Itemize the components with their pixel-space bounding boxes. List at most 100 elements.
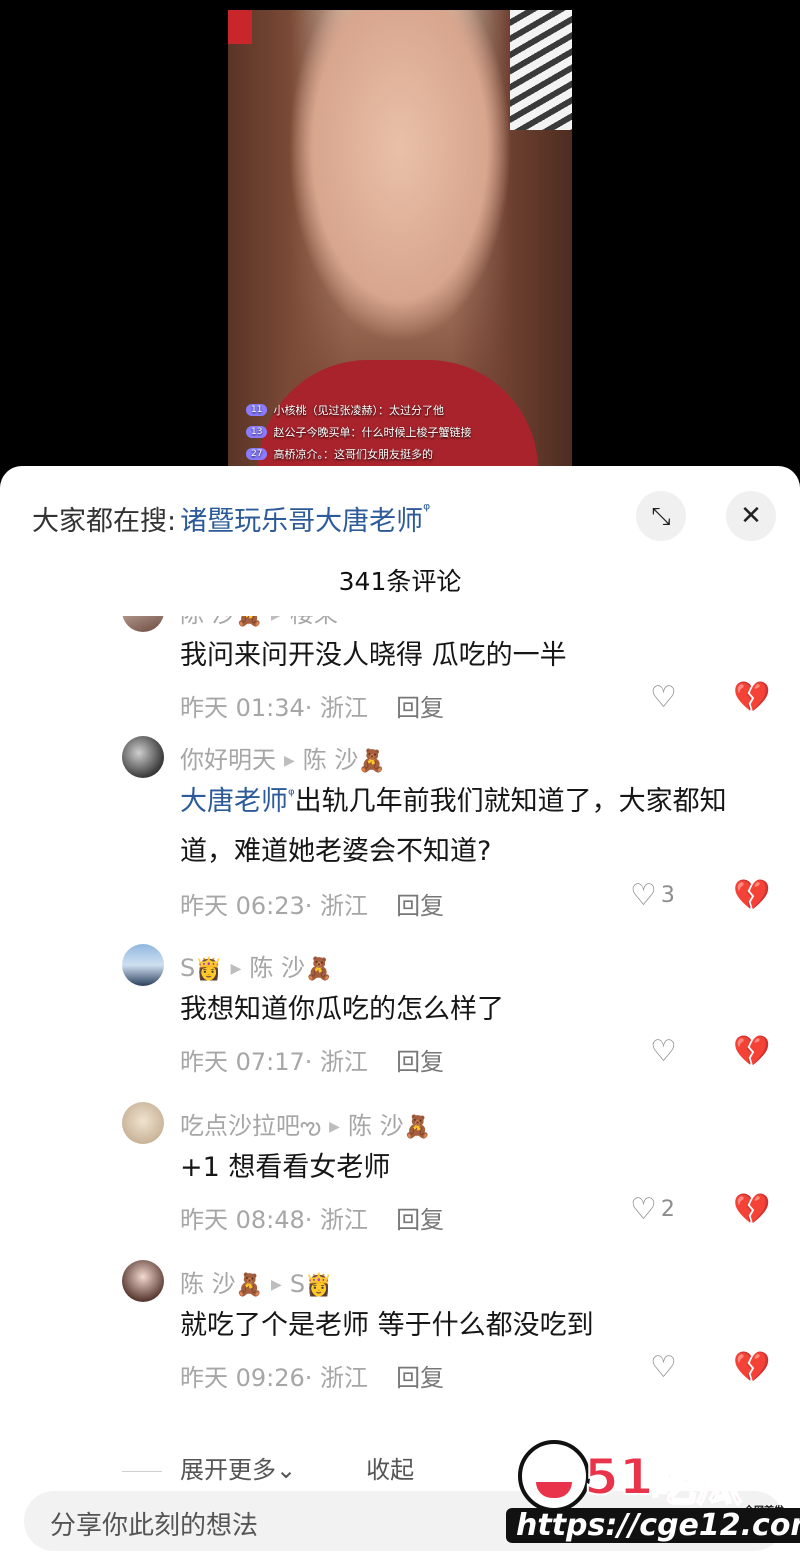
avatar[interactable]: [122, 616, 164, 632]
avatar[interactable]: [122, 1260, 164, 1302]
broken-heart-icon: 💔: [733, 878, 771, 913]
dislike-button[interactable]: 💔: [733, 680, 770, 715]
comment-meta: 吃点沙拉吧ఌ ▶ 陈 沙🧸: [180, 1106, 431, 1146]
danmaku-text: 小核桃（见过张凌赫）：太过分了他: [273, 404, 444, 417]
like-button[interactable]: ♡: [650, 1034, 677, 1069]
expand-icon: ⤡: [651, 502, 671, 530]
heart-icon: ♡: [630, 1192, 657, 1227]
comment-footer: 昨天 07:17· 浙江 回复: [180, 1042, 444, 1077]
comment-list[interactable]: 陈 沙🧸▶楼荣 我问来问开没人晓得 瓜吃的一半 昨天 01:34· 浙江回复 ♡…: [0, 616, 800, 1476]
comment-meta: 陈 沙🧸 ▶ 楼荣: [180, 616, 338, 629]
comment-search-link[interactable]: 大唐老师: [180, 786, 288, 817]
like-button[interactable]: ♡ 2: [630, 1192, 675, 1227]
search-icon: ᵠ: [423, 500, 431, 520]
bear-emoji-icon: 🧸: [235, 1273, 264, 1298]
close-icon: ✕: [740, 501, 762, 531]
reply-to-name[interactable]: 陈 沙: [249, 954, 305, 982]
bear-emoji-icon: 🧸: [358, 749, 386, 774]
princess-emoji-icon: 👸: [195, 957, 223, 982]
comment-text: +1 想看看女老师: [180, 1152, 391, 1183]
comment-footer: 昨天 08:48· 浙江 回复: [180, 1200, 444, 1235]
reply-button[interactable]: 回复: [396, 892, 444, 920]
comment-footer: 昨天 09:26· 浙江 回复: [180, 1358, 444, 1393]
bear-emoji-icon: 🧸: [236, 616, 263, 628]
search-icon: ᵠ: [288, 785, 295, 804]
like-button[interactable]: ♡ 3: [630, 878, 675, 913]
avatar[interactable]: [122, 736, 164, 778]
danmaku-line: 13 赵公子今晚买单：什么时候上梭子蟹链接: [246, 424, 546, 440]
expand-button[interactable]: ⤡: [636, 491, 686, 541]
like-count: 3: [660, 883, 675, 908]
bear-emoji-icon: 🧸: [403, 1115, 431, 1140]
like-button[interactable]: ♡: [650, 680, 677, 715]
danmaku-line: 27 高桥凉介。：这哥们女朋友挺多的: [246, 446, 546, 462]
reply-arrow-icon: ▶: [230, 961, 242, 977]
danmaku-level-badge: 27: [246, 448, 268, 460]
reply-button[interactable]: 回复: [396, 1206, 444, 1234]
princess-emoji-icon: 👸: [305, 1273, 333, 1298]
comment-author[interactable]: 陈 沙: [180, 1270, 236, 1298]
close-button[interactable]: ✕: [726, 491, 776, 541]
reply-button[interactable]: 回复: [396, 1048, 444, 1076]
heart-icon: ♡: [650, 1034, 677, 1069]
reply-button[interactable]: 回复: [396, 1364, 444, 1392]
collapse-link[interactable]: 收起: [366, 1456, 414, 1484]
comment-text: 我想知道你瓜吃的怎么样了: [180, 994, 504, 1025]
video-background-object: [228, 10, 252, 44]
avatar[interactable]: [122, 1102, 164, 1144]
comment-text: 就吃了个是老师 等于什么都没吃到: [180, 1310, 594, 1341]
reply-to-name[interactable]: 陈 沙: [303, 746, 359, 774]
reply-to-name[interactable]: 楼荣: [290, 616, 338, 628]
heart-icon: ♡: [630, 878, 657, 913]
reply-button[interactable]: 回复: [396, 694, 444, 722]
broken-heart-icon: 💔: [733, 680, 771, 715]
comment-time-location: 昨天 06:23· 浙江: [180, 892, 369, 920]
avatar[interactable]: [122, 944, 164, 986]
dislike-button[interactable]: 💔: [733, 878, 770, 913]
like-button[interactable]: ♡: [650, 1350, 677, 1385]
comment-meta: 你好明天 ▶ 陈 沙🧸: [180, 740, 386, 775]
broken-heart-icon: 💔: [733, 1350, 771, 1385]
watermark-url: https://cge12.com: [506, 1508, 800, 1543]
chevron-down-icon: ⌄: [276, 1456, 297, 1484]
heart-icon: ♡: [650, 680, 677, 715]
broken-heart-icon: 💔: [733, 1192, 771, 1227]
reply-to-name[interactable]: 陈 沙: [348, 1112, 404, 1140]
comment-author[interactable]: S: [180, 954, 195, 982]
expand-more-link[interactable]: 展开更多: [180, 1456, 276, 1484]
video-player[interactable]: 11 小核桃（见过张凌赫）：太过分了他 13 赵公子今晚买单：什么时候上梭子蟹链…: [228, 10, 572, 470]
trending-search-label: 大家都在搜:: [32, 505, 177, 537]
video-background-blinds: [510, 10, 572, 130]
comment-text: 大唐老师ᵠ出轨几年前我们就知道了，大家都知道，难道她老婆会不知道?: [180, 778, 760, 875]
comment-time-location: 昨天 08:48· 浙江: [180, 1206, 369, 1234]
comment-meta: 陈 沙🧸 ▶ S👸: [180, 1264, 332, 1299]
comment-count-title: 341条评论: [338, 567, 462, 596]
broken-heart-icon: 💔: [733, 1034, 771, 1069]
dislike-button[interactable]: 💔: [733, 1350, 770, 1385]
danmaku-line: 11 小核桃（见过张凌赫）：太过分了他: [246, 402, 546, 418]
comment-author[interactable]: 陈 沙: [180, 616, 236, 628]
comment-author[interactable]: 你好明天: [180, 746, 276, 774]
comment-footer: 昨天 01:34· 浙江 回复: [180, 688, 444, 723]
dislike-button[interactable]: 💔: [733, 1192, 770, 1227]
site-watermark: 51 吃瓜 全网首发 https://cge12.com: [500, 1440, 800, 1552]
heart-icon: ♡: [650, 1350, 677, 1385]
watermark-brand: 51: [583, 1447, 655, 1507]
divider: [122, 1470, 162, 1472]
watermark-title: 吃瓜: [649, 1456, 743, 1512]
danmaku-text: 高桥凉介。：这哥们女朋友挺多的: [273, 448, 433, 461]
reply-arrow-icon: ▶: [271, 616, 282, 623]
reply-arrow-icon: ▶: [271, 1277, 282, 1293]
comment-footer: 昨天 06:23· 浙江 回复: [180, 886, 444, 921]
comment-time-location: 昨天 09:26· 浙江: [180, 1364, 369, 1392]
trending-search-link[interactable]: 诸暨玩乐哥大唐老师: [180, 499, 423, 538]
mascot-logo-icon: [518, 1440, 590, 1512]
comment-author[interactable]: 吃点沙拉吧: [180, 1112, 300, 1140]
dislike-button[interactable]: 💔: [733, 1034, 770, 1069]
comment-time-location: 昨天 01:34· 浙江: [180, 694, 369, 722]
author-decoration-icon: ఌ: [300, 1112, 322, 1140]
comment-input-placeholder: 分享你此刻的想法: [50, 1511, 259, 1541]
comment-time-location: 昨天 07:17· 浙江: [180, 1048, 369, 1076]
danmaku-level-badge: 11: [246, 404, 268, 416]
reply-to-name[interactable]: S: [290, 1270, 305, 1298]
